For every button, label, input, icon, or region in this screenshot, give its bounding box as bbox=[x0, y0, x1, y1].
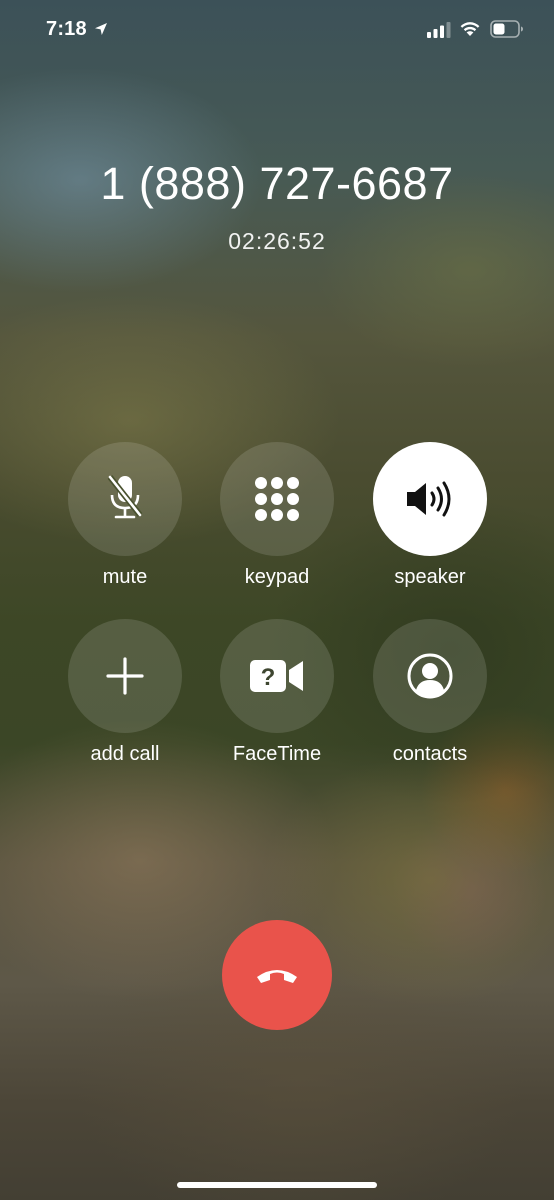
mute-label: mute bbox=[102, 566, 148, 588]
keypad-label: keypad bbox=[244, 566, 310, 588]
keypad-control[interactable]: keypad bbox=[207, 442, 347, 598]
mic-off-icon bbox=[107, 475, 143, 519]
speaker-icon bbox=[407, 481, 451, 517]
add-call-label: add call bbox=[90, 743, 160, 765]
status-bar: 7:18 bbox=[0, 0, 554, 60]
wifi-icon bbox=[460, 22, 480, 36]
facetime-label: FaceTime bbox=[232, 743, 322, 765]
speaker-control[interactable]: speaker bbox=[360, 442, 500, 598]
keypad-button[interactable] bbox=[220, 442, 334, 556]
contacts-button[interactable] bbox=[373, 619, 487, 733]
contacts-label: contacts bbox=[392, 743, 468, 765]
mute-control[interactable]: mute bbox=[55, 442, 195, 598]
caller-number: 1 (888) 727-6687 bbox=[100, 158, 454, 209]
cellular-signal-icon bbox=[427, 22, 451, 38]
home-indicator[interactable] bbox=[177, 1182, 377, 1188]
mute-button[interactable] bbox=[68, 442, 182, 556]
svg-text:?: ? bbox=[261, 664, 276, 691]
person-circle-icon bbox=[407, 653, 453, 699]
speaker-label: speaker bbox=[394, 566, 466, 588]
speaker-button[interactable] bbox=[373, 442, 487, 556]
contacts-control[interactable]: contacts bbox=[360, 619, 500, 775]
battery-icon bbox=[490, 20, 523, 38]
call-duration: 02:26:52 bbox=[228, 228, 326, 254]
keypad-icon bbox=[255, 477, 299, 521]
facetime-button[interactable]: ? bbox=[220, 619, 334, 733]
facetime-unknown-icon: ? bbox=[250, 660, 303, 692]
status-time: 7:18 bbox=[46, 18, 87, 40]
end-call-icon bbox=[257, 970, 297, 983]
facetime-control[interactable]: ? FaceTime bbox=[207, 619, 347, 775]
end-call-button[interactable] bbox=[222, 920, 332, 1030]
plus-icon bbox=[106, 657, 144, 695]
location-arrow-icon bbox=[95, 23, 107, 35]
add-call-button[interactable] bbox=[68, 619, 182, 733]
add-call-control[interactable]: add call bbox=[55, 619, 195, 775]
